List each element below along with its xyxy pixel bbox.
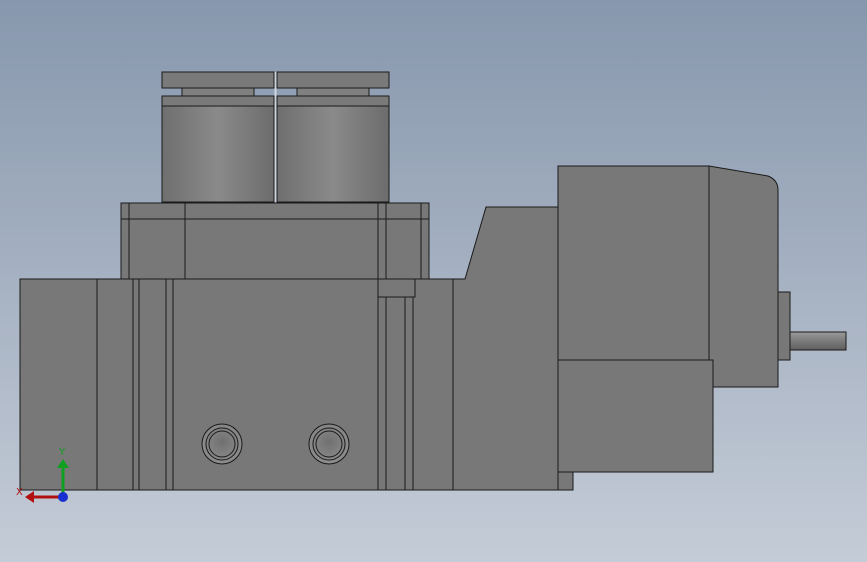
- top-fitting-right[interactable]: [276, 71, 390, 203]
- port-left[interactable]: [201, 423, 243, 465]
- top-fitting-left[interactable]: [161, 71, 275, 203]
- port-right[interactable]: [308, 423, 350, 465]
- cad-model-canvas[interactable]: Y X: [0, 0, 867, 562]
- solenoid-adapter[interactable]: [452, 206, 559, 491]
- valve-assembly[interactable]: [19, 71, 847, 491]
- base-step: [377, 278, 416, 298]
- middle-block[interactable]: [120, 202, 430, 281]
- output-shaft[interactable]: [789, 331, 847, 351]
- x-arrow-head: [25, 491, 34, 503]
- solenoid-housing[interactable]: [557, 165, 779, 473]
- z-axis-dot: [58, 492, 68, 502]
- 3d-viewport[interactable]: Y X: [0, 0, 867, 562]
- y-axis-label: Y: [58, 447, 66, 458]
- connector-nut[interactable]: [777, 291, 791, 361]
- x-axis-label: X: [16, 487, 23, 498]
